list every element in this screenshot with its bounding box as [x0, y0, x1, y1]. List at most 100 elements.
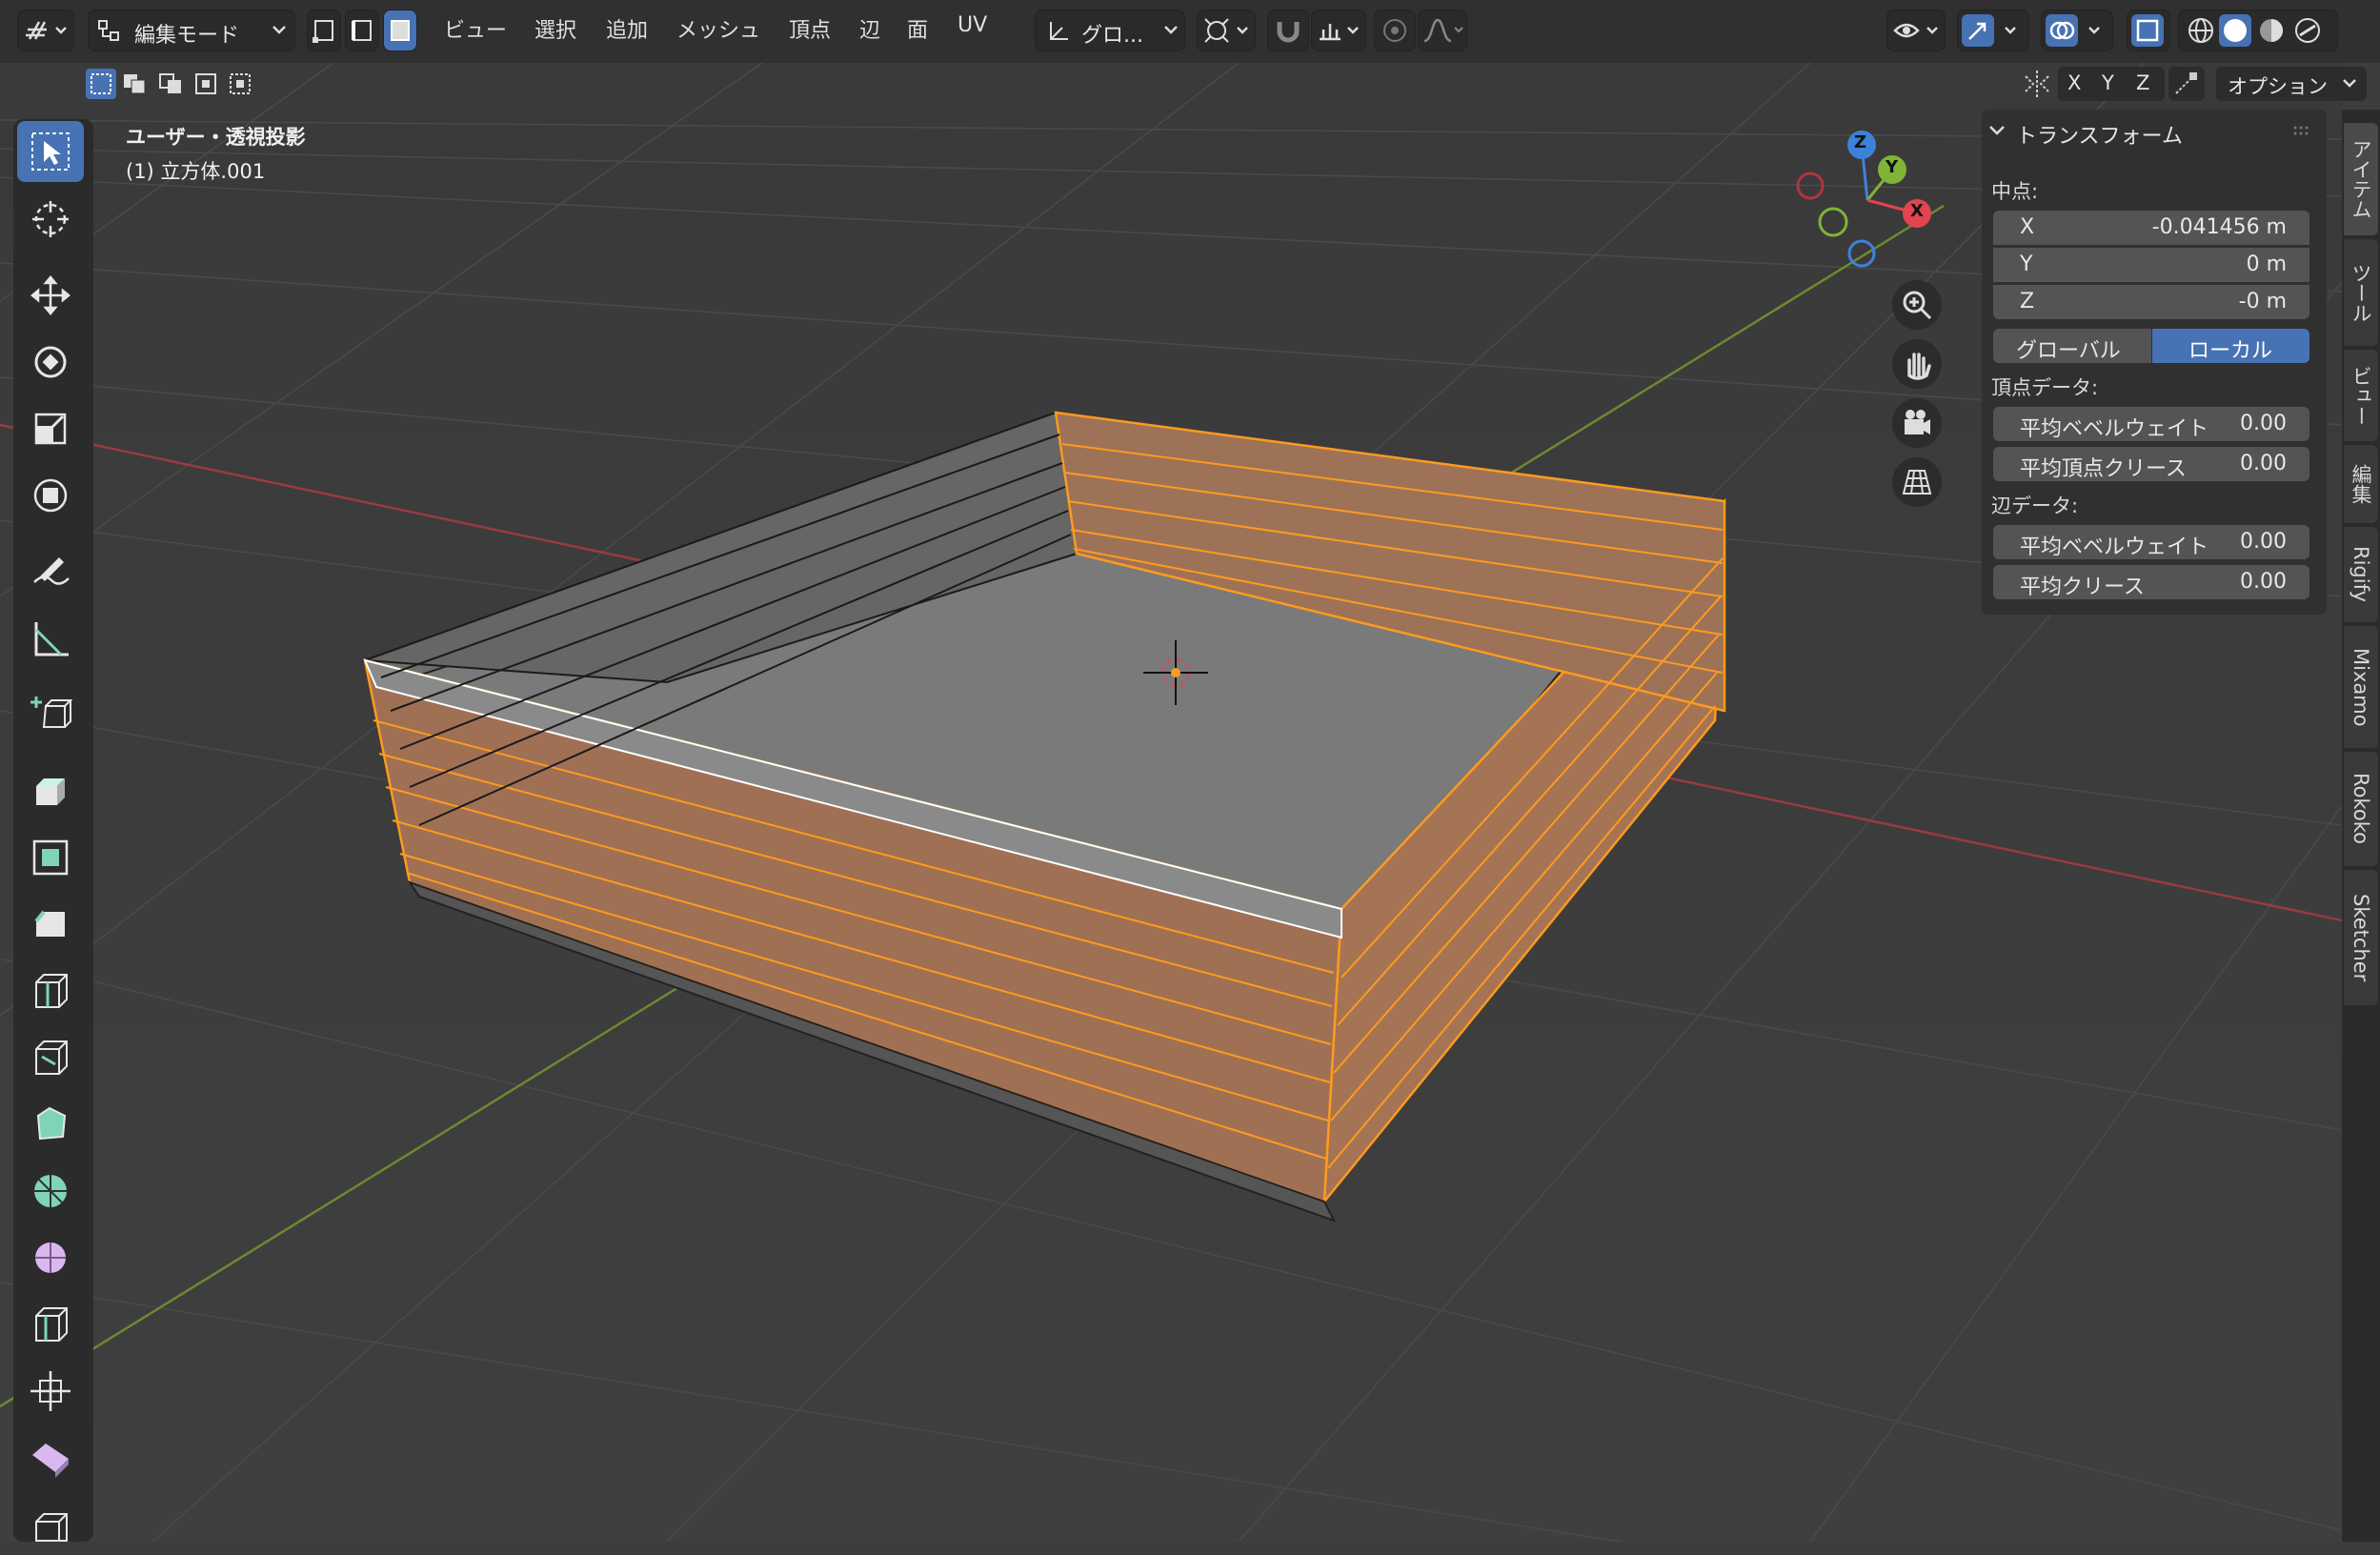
- measure-tool[interactable]: [17, 608, 84, 669]
- local-toggle[interactable]: ローカル: [2152, 329, 2309, 363]
- field-value: 0.00: [2240, 530, 2287, 554]
- mean-edge-crease-field[interactable]: 平均クリース 0.00: [1993, 565, 2309, 599]
- loop-cut-icon: [35, 974, 68, 1008]
- neg-y-handle[interactable]: [1818, 207, 1848, 237]
- gizmo-toggle[interactable]: [1957, 10, 2029, 51]
- neg-z-handle[interactable]: [1847, 239, 1876, 268]
- median-z-field[interactable]: Z -0 m: [1993, 285, 2309, 319]
- bevel-tool[interactable]: [17, 894, 84, 955]
- local-label: ローカル: [2188, 339, 2273, 363]
- xray-toggle[interactable]: [2127, 10, 2170, 51]
- select-box-tool[interactable]: [17, 121, 84, 182]
- shrink-fatten-tool[interactable]: [17, 1361, 84, 1422]
- tab-sketcher[interactable]: Sketcher: [2344, 870, 2378, 1005]
- annotate-tool[interactable]: [17, 541, 84, 602]
- inset-faces-tool[interactable]: [17, 827, 84, 888]
- face-select-mode-button[interactable]: [383, 10, 417, 51]
- mirror-x-toggle[interactable]: X: [2067, 71, 2081, 94]
- tab-rigify[interactable]: Rigify: [2344, 527, 2378, 622]
- neg-x-handle[interactable]: [1796, 172, 1825, 200]
- drag-handle-icon[interactable]: [2292, 125, 2313, 138]
- menu-select[interactable]: 選択: [534, 13, 576, 44]
- global-toggle[interactable]: グローバル: [1993, 329, 2151, 363]
- mean-vertex-bevel-weight-field[interactable]: 平均ベベルウェイト 0.00: [1993, 407, 2309, 441]
- cursor-tool[interactable]: [17, 189, 84, 250]
- zoom-button[interactable]: [1892, 280, 1942, 330]
- loop-cut-tool[interactable]: [17, 960, 84, 1021]
- field-label: 平均ベベルウェイト: [2020, 535, 2209, 559]
- tab-edit[interactable]: 編集: [2344, 445, 2378, 523]
- selection-mode-icons[interactable]: [84, 67, 265, 101]
- rotate-tool[interactable]: [17, 332, 84, 393]
- proportional-edit-toggle[interactable]: [1374, 10, 1416, 51]
- options-dropdown[interactable]: オプション: [2216, 67, 2367, 101]
- smooth-tool[interactable]: [17, 1227, 84, 1288]
- perspective-toggle-button[interactable]: [1892, 457, 1942, 507]
- mode-dropdown[interactable]: 編集モード: [88, 10, 295, 51]
- vertex-select-mode-button[interactable]: [307, 10, 341, 51]
- wireframe-shading-icon[interactable]: [2185, 14, 2217, 47]
- editor-type-button[interactable]: [17, 10, 74, 51]
- sidebar-tabs: アイテム ツール ビュー 編集 Rigify Mixamo Rokoko Ske…: [2342, 110, 2380, 1542]
- header-bar: 編集モード ビュー 選択 追加 メッシュ 頂点 辺 面 UV グロ...: [0, 0, 2380, 63]
- menu-add[interactable]: 追加: [606, 13, 648, 44]
- proportional-falloff-dropdown[interactable]: [1418, 10, 1467, 51]
- solid-shading-icon[interactable]: [2219, 14, 2251, 47]
- panel-header[interactable]: トランスフォーム: [1982, 110, 2327, 153]
- field-value: 0.00: [2240, 452, 2287, 475]
- z-axis-label: Z: [1854, 132, 1867, 152]
- falloff-curve-icon: [1423, 18, 1463, 43]
- transform-orientation-dropdown[interactable]: グロ...: [1035, 10, 1185, 51]
- transform-tool[interactable]: [17, 465, 84, 526]
- pan-button[interactable]: [1892, 339, 1942, 389]
- tab-rokoko[interactable]: Rokoko: [2344, 752, 2378, 866]
- poly-build-tool[interactable]: [17, 1094, 84, 1155]
- snap-target-dropdown[interactable]: [1311, 10, 1366, 51]
- spin-tool[interactable]: [17, 1161, 84, 1222]
- mean-edge-bevel-weight-field[interactable]: 平均ベベルウェイト 0.00: [1993, 525, 2309, 559]
- scale-tool[interactable]: [17, 398, 84, 459]
- menu-vertex[interactable]: 頂点: [789, 13, 831, 44]
- tab-item[interactable]: アイテム: [2344, 123, 2378, 235]
- chevron-down-icon: [1164, 26, 1178, 34]
- mirror-axis-group: X Y Z: [2058, 67, 2165, 101]
- overlays-toggle[interactable]: [2041, 10, 2113, 51]
- mirror-y-toggle[interactable]: Y: [2102, 71, 2114, 94]
- extrude-region-tool[interactable]: [17, 760, 84, 821]
- mean-vertex-crease-field[interactable]: 平均頂点クリース 0.00: [1993, 447, 2309, 481]
- menu-uv[interactable]: UV: [958, 13, 987, 37]
- face-select-icon: [391, 20, 410, 41]
- navigation-gizmo[interactable]: Z Y X: [1791, 126, 1944, 269]
- add-cube-tool[interactable]: [17, 684, 84, 745]
- median-z-axis: Z: [2020, 290, 2035, 313]
- shear-tool[interactable]: [17, 1427, 84, 1488]
- snap-toggle[interactable]: [1267, 10, 1309, 51]
- edge-slide-tool[interactable]: [17, 1294, 84, 1355]
- rendered-shading-icon[interactable]: [2291, 14, 2324, 47]
- mirror-z-toggle[interactable]: Z: [2136, 71, 2149, 94]
- tab-tool[interactable]: ツール: [2344, 239, 2378, 346]
- median-x-field[interactable]: X -0.041456 m: [1993, 211, 2309, 245]
- gizmo-icon: [1962, 14, 2016, 47]
- tab-mixamo[interactable]: Mixamo: [2344, 626, 2378, 748]
- auto-merge-toggle[interactable]: [2168, 67, 2205, 101]
- camera-view-button[interactable]: [1892, 398, 1942, 448]
- menu-face[interactable]: 面: [907, 13, 928, 44]
- median-z-value: -0 m: [2238, 290, 2287, 313]
- median-y-field[interactable]: Y 0 m: [1993, 248, 2309, 282]
- move-tool[interactable]: [17, 265, 84, 326]
- tab-view[interactable]: ビュー: [2344, 350, 2378, 441]
- material-preview-icon[interactable]: [2255, 14, 2288, 47]
- scale-icon: [34, 413, 67, 445]
- knife-tool[interactable]: [17, 1027, 84, 1088]
- rip-region-tool[interactable]: [17, 1494, 84, 1555]
- menu-view[interactable]: ビュー: [444, 13, 507, 44]
- edge-select-mode-button[interactable]: [345, 10, 379, 51]
- xray-icon: [2131, 14, 2164, 47]
- field-value: 0.00: [2240, 412, 2287, 435]
- menu-edge[interactable]: 辺: [859, 13, 880, 44]
- chevron-down-icon: [272, 26, 286, 34]
- pivot-point-dropdown[interactable]: [1197, 10, 1256, 51]
- menu-mesh[interactable]: メッシュ: [676, 13, 760, 44]
- visibility-dropdown[interactable]: [1886, 10, 1946, 51]
